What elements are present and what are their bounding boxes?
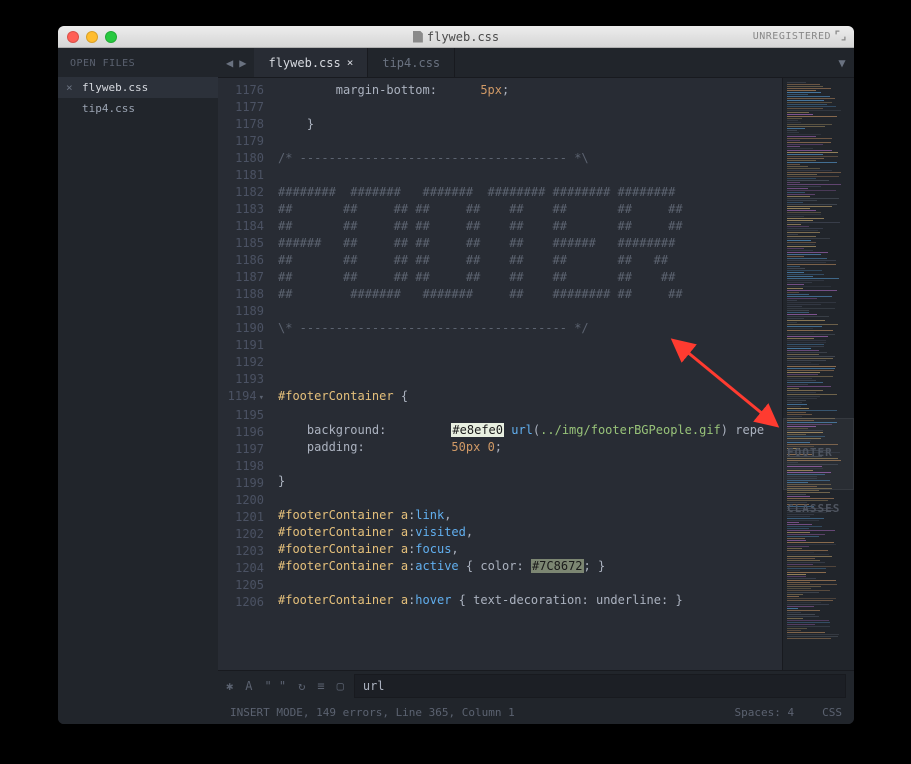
titlebar: flyweb.css UNREGISTERED	[58, 26, 854, 48]
minimap-section-label: CLASSES	[787, 502, 840, 515]
wrap-icon[interactable]: ↻	[298, 679, 305, 693]
tab-label: flyweb.css	[268, 56, 340, 70]
minimap[interactable]: FOOTER CLASSES	[782, 78, 854, 670]
in-selection-icon[interactable]: ≡	[317, 679, 324, 693]
status-left: INSERT MODE, 149 errors, Line 365, Colum…	[230, 706, 515, 719]
status-right: Spaces: 4 CSS	[735, 706, 842, 719]
editor-main: ◀ ▶ flyweb.css × tip4.css ▼ 117611771178…	[218, 48, 854, 724]
document-icon	[413, 31, 423, 43]
unregistered-label: UNREGISTERED	[753, 31, 831, 42]
sidebar-item-label: flyweb.css	[82, 81, 148, 94]
find-bar: ✱ A " " ↻ ≡ ▢	[218, 670, 854, 700]
window-title: flyweb.css	[58, 30, 854, 44]
traffic-lights	[67, 31, 117, 43]
line-gutter: 1176117711781179118011811182118311841185…	[218, 78, 274, 670]
tab-fill	[455, 48, 830, 77]
sidebar: OPEN FILES × flyweb.css tip4.css	[58, 48, 218, 724]
highlight-icon[interactable]: ▢	[337, 679, 344, 693]
status-bar: INSERT MODE, 149 errors, Line 365, Colum…	[218, 700, 854, 724]
whole-word-icon[interactable]: " "	[264, 679, 286, 693]
tab-flyweb[interactable]: flyweb.css ×	[254, 48, 368, 77]
tab-history-nav: ◀ ▶	[218, 48, 254, 77]
status-lang[interactable]: CSS	[822, 706, 842, 719]
sidebar-item-flyweb[interactable]: × flyweb.css	[58, 77, 218, 98]
find-options: ✱ A " " ↻ ≡ ▢	[226, 679, 344, 693]
sidebar-header: OPEN FILES	[58, 48, 218, 77]
close-window-button[interactable]	[67, 31, 79, 43]
case-sensitive-icon[interactable]: A	[245, 679, 252, 693]
editor-window: flyweb.css UNREGISTERED OPEN FILES × fly…	[58, 26, 854, 724]
window-body: OPEN FILES × flyweb.css tip4.css ◀ ▶ fly…	[58, 48, 854, 724]
editor[interactable]: 1176117711781179118011811182118311841185…	[218, 78, 854, 670]
fullscreen-icon[interactable]	[835, 30, 846, 44]
window-title-text: flyweb.css	[427, 30, 499, 44]
tab-bar: ◀ ▶ flyweb.css × tip4.css ▼	[218, 48, 854, 78]
close-icon[interactable]: ×	[66, 81, 73, 94]
minimap-section-label: FOOTER	[787, 446, 833, 459]
tab-tip4[interactable]: tip4.css	[368, 48, 455, 77]
sidebar-item-tip4[interactable]: tip4.css	[58, 98, 218, 119]
sidebar-item-label: tip4.css	[82, 102, 135, 115]
minimize-window-button[interactable]	[86, 31, 98, 43]
status-spaces[interactable]: Spaces: 4	[735, 706, 795, 719]
code-area[interactable]: margin-bottom: 5px; } /* ---------------…	[274, 78, 782, 670]
tab-close-icon[interactable]: ×	[347, 56, 354, 69]
regex-icon[interactable]: ✱	[226, 679, 233, 693]
find-input[interactable]	[354, 674, 846, 698]
nav-forward-icon[interactable]: ▶	[237, 54, 248, 72]
titlebar-right: UNREGISTERED	[753, 30, 846, 44]
tab-label: tip4.css	[382, 56, 440, 70]
tab-overflow-menu[interactable]: ▼	[830, 48, 854, 77]
zoom-window-button[interactable]	[105, 31, 117, 43]
nav-back-icon[interactable]: ◀	[224, 54, 235, 72]
